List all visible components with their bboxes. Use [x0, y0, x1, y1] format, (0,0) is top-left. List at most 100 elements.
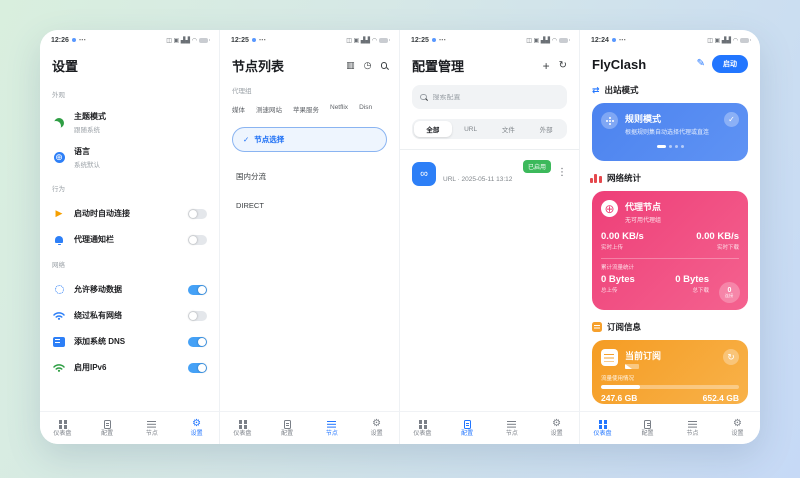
- group-item-direct[interactable]: DIRECT: [232, 201, 387, 210]
- tab-speedtest-sites[interactable]: 测速网站: [256, 104, 282, 114]
- selected-proxy-group[interactable]: ✓ 节点选择: [232, 127, 387, 152]
- more-menu-icon[interactable]: ⋮: [557, 168, 567, 178]
- nav-configs[interactable]: 配置: [445, 419, 490, 437]
- document-icon: [284, 420, 291, 429]
- section-network: 网络: [52, 259, 207, 269]
- connections-count: 0: [728, 287, 732, 294]
- edit-icon[interactable]: ✎: [697, 59, 705, 69]
- setting-autoconnect: ▶ 启动时自动连接: [52, 208, 207, 219]
- setting-bypass-private: 绕过私有网络: [52, 310, 207, 321]
- refresh-icon[interactable]: ↻: [559, 61, 567, 71]
- setting-theme-mode[interactable]: 主题模式 跟随系统: [52, 111, 207, 134]
- list-icon: [507, 421, 516, 428]
- status-icons: ◫ ▣ ▟▟ ◠: [707, 37, 738, 44]
- search-input[interactable]: [433, 94, 533, 101]
- mini-usage-icon: [625, 364, 639, 369]
- config-item[interactable]: ∞ URL · 2025-05-11 13:12 已启用 ⋮: [412, 162, 567, 186]
- speedtest-icon[interactable]: ◷: [364, 61, 372, 70]
- tab-netflix[interactable]: Netflix: [330, 104, 348, 114]
- rule-mode-card[interactable]: 规则模式 根据规则集自动选择代理或直连 ✓: [592, 103, 748, 161]
- divider: [400, 149, 579, 150]
- dashboard-icon: [239, 420, 243, 424]
- proxy-notification-toggle[interactable]: [188, 235, 207, 245]
- nav-settings[interactable]: ⚙设置: [715, 419, 760, 437]
- filter-external[interactable]: 外部: [527, 121, 565, 137]
- search-icon[interactable]: [381, 62, 388, 69]
- section-behavior: 行为: [52, 183, 207, 193]
- stats-title: 代理节点: [625, 200, 661, 213]
- filter-file[interactable]: 文件: [490, 121, 528, 137]
- bottom-nav: 仪表盘 配置 节点 ⚙设置: [220, 411, 399, 444]
- setting-language[interactable]: ⊕ 语言 系统默认: [52, 146, 207, 169]
- nav-nodes[interactable]: 节点: [310, 419, 355, 437]
- dot: [675, 145, 678, 148]
- refresh-subscription-icon[interactable]: ↻: [723, 349, 739, 365]
- subscription-card: 当前订阅 ↻ 流量使用情况 247.6 GB 652.4 GB 已用流量 剩余流…: [592, 340, 748, 404]
- total-download: 0 Bytes: [675, 274, 709, 285]
- nav-dashboard[interactable]: 仪表盘: [400, 419, 445, 437]
- group-item-domestic[interactable]: 国内分流: [232, 171, 387, 182]
- mode-desc: 根据规则集自动选择代理或直连: [625, 127, 709, 136]
- setting-system-dns: 添加系统 DNS: [52, 336, 207, 347]
- ipv6-toggle[interactable]: [188, 363, 207, 373]
- nav-configs[interactable]: 配置: [265, 419, 310, 437]
- upload-speed: 0.00 KB/s: [601, 231, 644, 242]
- outbound-arrows-icon: ⇄: [592, 86, 600, 95]
- page-title: 配置管理: [412, 56, 464, 75]
- total-upload-label: 总上传: [601, 286, 635, 294]
- battery-icon: [559, 38, 568, 43]
- nav-dashboard[interactable]: 仪表盘: [220, 419, 265, 437]
- dashboard-icon: [599, 420, 603, 424]
- used-traffic: 247.6 GB: [601, 393, 637, 403]
- nav-settings[interactable]: ⚙设置: [534, 419, 579, 437]
- dot: [681, 145, 684, 148]
- tab-media[interactable]: 媒体: [232, 104, 245, 114]
- bottom-nav: 仪表盘 配置 节点 ⚙设置: [400, 411, 579, 444]
- usage-label: 流量使用情况: [601, 374, 739, 382]
- subscription-title: 当前订阅: [625, 349, 661, 362]
- system-dns-toggle[interactable]: [188, 337, 207, 347]
- stats-subtitle: 无可用代理组: [625, 215, 661, 224]
- app-title: FlyClash: [592, 57, 646, 72]
- status-icons: ◫ ▣ ▟▟ ◠: [346, 37, 377, 44]
- nav-nodes[interactable]: 节点: [490, 419, 535, 437]
- dns-icon: [53, 337, 65, 347]
- tab-disney[interactable]: Disn: [359, 104, 372, 114]
- status-time: 12:25: [231, 37, 249, 44]
- nav-settings[interactable]: ⚙设置: [174, 419, 219, 437]
- bypass-private-toggle[interactable]: [188, 311, 207, 321]
- document-icon: [104, 420, 111, 429]
- mobile-data-toggle[interactable]: [188, 285, 207, 295]
- nodes-screen: 12:25 ⋯ ◫ ▣ ▟▟ ◠ 节点列表 ▥ ◷ 代理组 媒体 测速: [220, 30, 400, 444]
- config-meta: URL · 2025-05-11 13:12: [443, 176, 512, 183]
- add-icon[interactable]: +: [543, 60, 550, 72]
- nav-nodes[interactable]: 节点: [670, 419, 715, 437]
- section-proxy-groups: 代理组: [232, 85, 387, 95]
- setting-label: 添加系统 DNS: [74, 336, 180, 347]
- gear-icon: ⚙: [733, 419, 742, 429]
- start-button[interactable]: 启动: [712, 55, 748, 73]
- bottom-nav: 仪表盘 配置 节点 ⚙设置: [580, 411, 760, 444]
- moon-icon: [54, 118, 64, 128]
- setting-label: 启动时自动连接: [74, 208, 180, 219]
- nav-configs[interactable]: 配置: [85, 419, 130, 437]
- dot: [657, 145, 666, 148]
- selected-group-label: 节点选择: [254, 134, 284, 145]
- dashboard-icon: [59, 420, 63, 424]
- nav-nodes[interactable]: 节点: [130, 419, 175, 437]
- tab-apple-services[interactable]: 苹果服务: [293, 104, 319, 114]
- nav-settings[interactable]: ⚙设置: [354, 419, 399, 437]
- filter-segmented-control: 全部 URL 文件 外部: [412, 119, 567, 139]
- total-upload: 0 Bytes: [601, 274, 635, 285]
- dashboard-icon: [419, 420, 423, 424]
- autoconnect-toggle[interactable]: [188, 209, 207, 219]
- columns-view-icon[interactable]: ▥: [346, 61, 355, 70]
- nav-configs[interactable]: 配置: [625, 419, 670, 437]
- filter-all[interactable]: 全部: [414, 121, 452, 137]
- filter-url[interactable]: URL: [452, 123, 490, 136]
- nav-dashboard[interactable]: 仪表盘: [580, 419, 625, 437]
- status-dot-icon: [72, 38, 76, 42]
- nav-dashboard[interactable]: 仪表盘: [40, 419, 85, 437]
- usage-progress-bar: [601, 385, 739, 389]
- wifi-icon: [53, 311, 65, 320]
